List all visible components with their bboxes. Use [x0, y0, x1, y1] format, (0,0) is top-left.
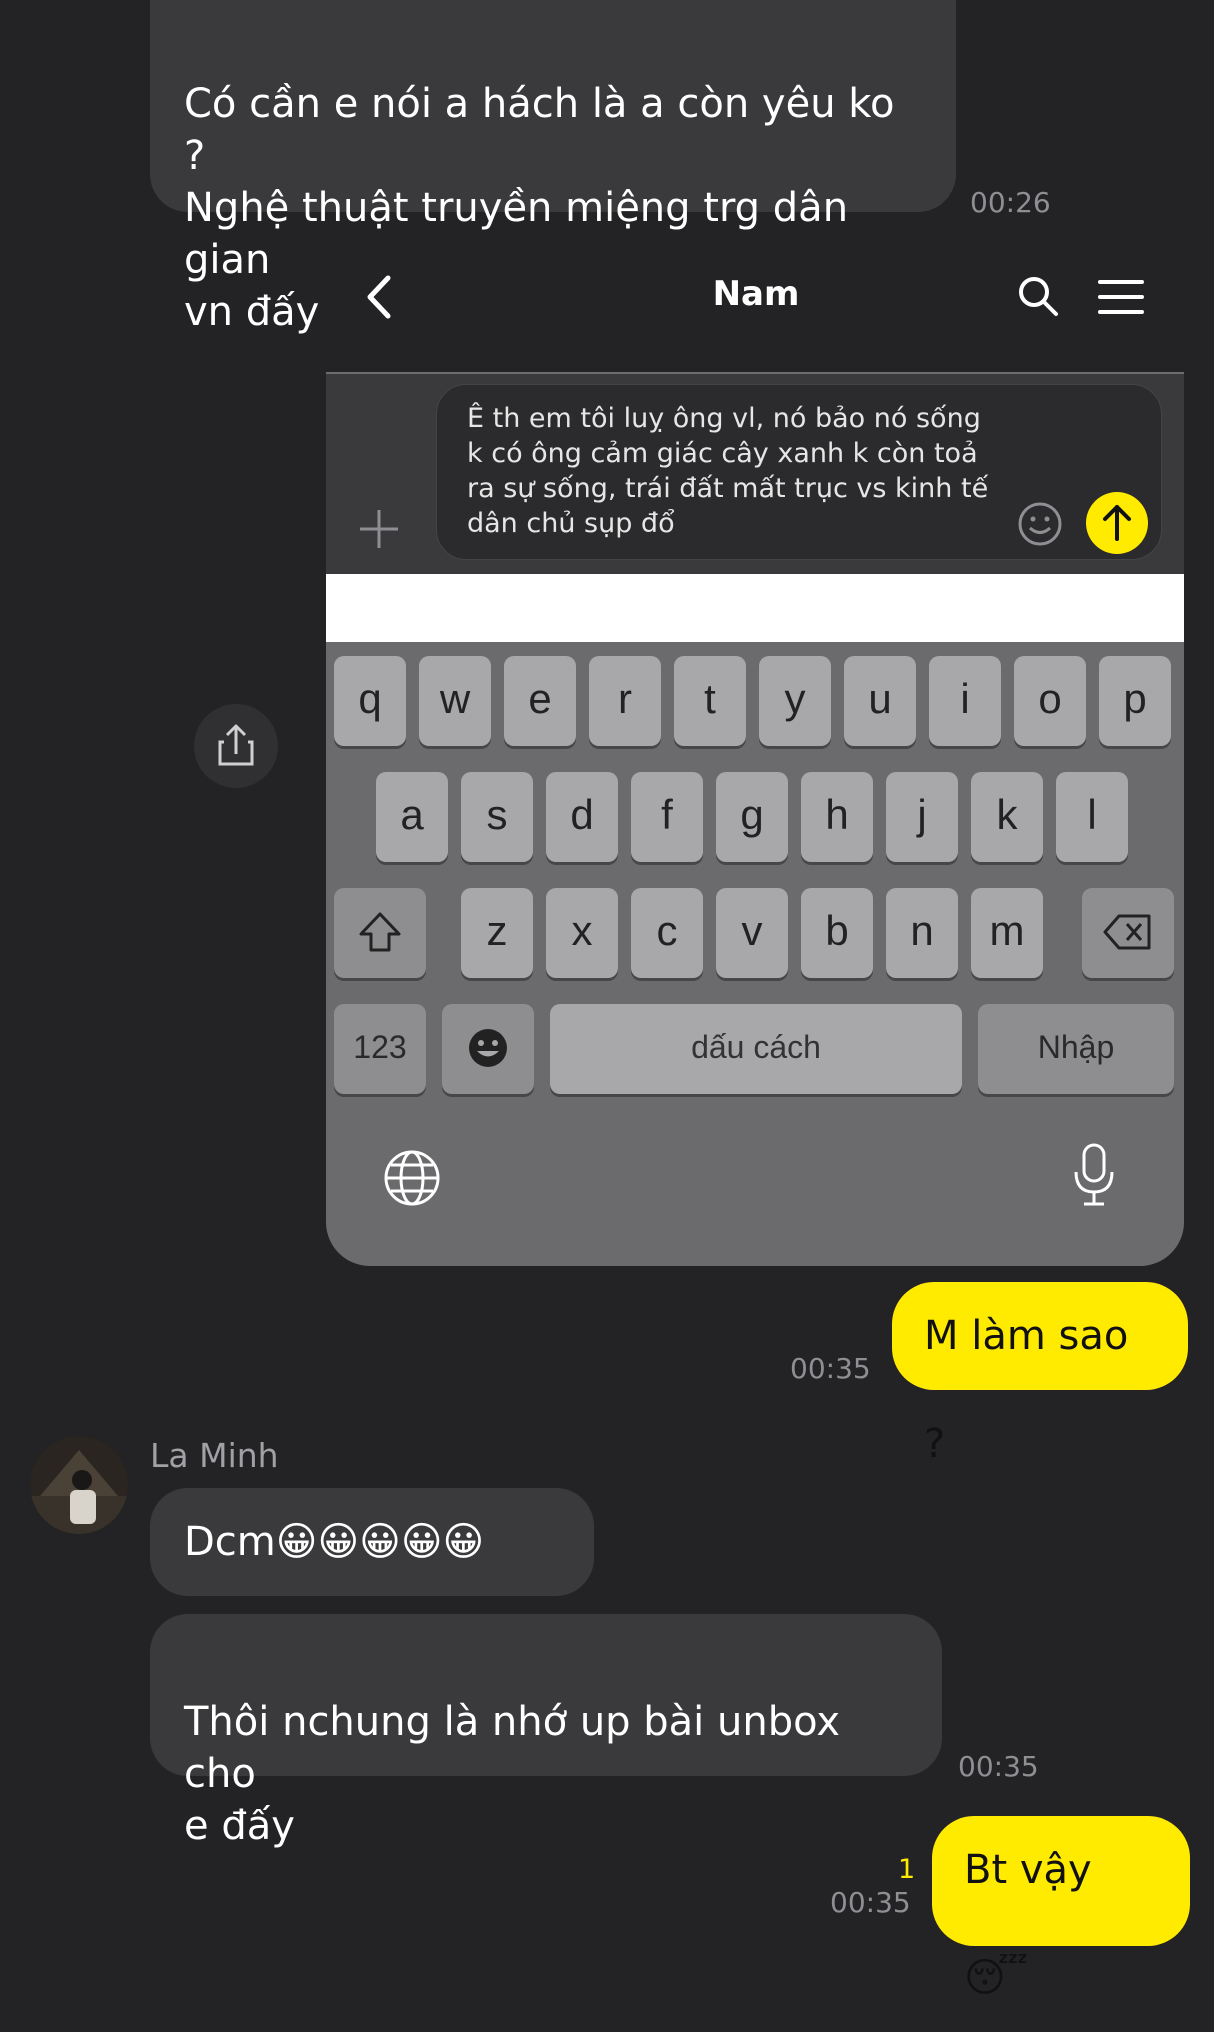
message-time: 00:35: [790, 1352, 871, 1385]
input-text: Ê th em tôi luỵ ông vl, nó bảo nó sống k…: [467, 403, 989, 539]
key[interactable]: y: [759, 656, 831, 746]
key[interactable]: u: [844, 656, 916, 746]
incoming-message[interactable]: Có cần e nói a hách là a còn yêu ko ? Ng…: [150, 0, 956, 335]
message-time: 00:26: [970, 186, 1051, 219]
key[interactable]: n: [886, 888, 958, 978]
key[interactable]: m: [971, 888, 1043, 978]
message-time: 00:35: [958, 1750, 1039, 1783]
message-text: Thôi nchung là nhớ up bài unbox cho e đấ…: [184, 1699, 841, 1849]
emoji-key[interactable]: [442, 1004, 534, 1094]
key[interactable]: s: [461, 772, 533, 862]
emoji-key-icon: [469, 1029, 507, 1067]
key[interactable]: e: [504, 656, 576, 746]
key[interactable]: w: [419, 656, 491, 746]
key[interactable]: a: [376, 772, 448, 862]
emoji-icon[interactable]: [1017, 501, 1063, 547]
key[interactable]: d: [546, 772, 618, 862]
key[interactable]: f: [631, 772, 703, 862]
share-button[interactable]: [194, 704, 278, 788]
share-icon: [218, 724, 254, 766]
key[interactable]: v: [716, 888, 788, 978]
incoming-message[interactable]: Dcm😀😀😀😀😀: [150, 1488, 594, 1596]
outgoing-message[interactable]: M làm sao ?: [892, 1282, 1188, 1467]
suggestion-bar: [326, 574, 1184, 642]
key[interactable]: r: [589, 656, 661, 746]
key[interactable]: j: [886, 772, 958, 862]
enter-key[interactable]: Nhập: [978, 1004, 1174, 1094]
key[interactable]: l: [1056, 772, 1128, 862]
backspace-icon: [1103, 914, 1151, 950]
key[interactable]: q: [334, 656, 406, 746]
key[interactable]: z: [461, 888, 533, 978]
key[interactable]: t: [674, 656, 746, 746]
message-text: Bt vậy 😴: [964, 1847, 1092, 2001]
message-time: 00:35: [830, 1886, 911, 1919]
embedded-chat-header: Nam: [326, 240, 1186, 370]
key[interactable]: k: [971, 772, 1043, 862]
outgoing-message[interactable]: Bt vậy 😴: [932, 1816, 1190, 2001]
key[interactable]: x: [546, 888, 618, 978]
message-text: Dcm😀😀😀😀😀: [184, 1519, 485, 1565]
unread-count: 1: [898, 1854, 916, 1885]
embedded-screenshot: Ê th em tôi luỵ ông vl, nó bảo nó sống k…: [326, 372, 1184, 1266]
key[interactable]: b: [801, 888, 873, 978]
numbers-key[interactable]: 123: [334, 1004, 426, 1094]
plus-icon[interactable]: [358, 508, 400, 550]
message-input[interactable]: Ê th em tôi luỵ ông vl, nó bảo nó sống k…: [436, 384, 1162, 560]
globe-icon[interactable]: [382, 1148, 442, 1208]
keyboard: q w e r t y u i o p a s d f g h j k l z …: [326, 642, 1184, 1266]
key[interactable]: h: [801, 772, 873, 862]
microphone-icon[interactable]: [1070, 1142, 1118, 1208]
send-arrow-icon[interactable]: [1085, 491, 1149, 555]
shift-icon: [359, 912, 401, 952]
shift-key[interactable]: [334, 888, 426, 978]
avatar[interactable]: [30, 1436, 128, 1534]
avatar-photo: [30, 1436, 128, 1534]
sender-name: La Minh: [150, 1436, 279, 1475]
key[interactable]: i: [929, 656, 1001, 746]
key[interactable]: c: [631, 888, 703, 978]
key[interactable]: g: [716, 772, 788, 862]
menu-icon[interactable]: [1098, 278, 1144, 316]
search-icon[interactable]: [1016, 274, 1060, 318]
incoming-message[interactable]: Thôi nchung là nhớ up bài unbox cho e đấ…: [150, 1614, 942, 1849]
backspace-key[interactable]: [1082, 888, 1174, 978]
message-text: M làm sao ?: [924, 1313, 1129, 1467]
space-key[interactable]: dấu cách: [550, 1004, 962, 1094]
key[interactable]: o: [1014, 656, 1086, 746]
key[interactable]: p: [1099, 656, 1171, 746]
